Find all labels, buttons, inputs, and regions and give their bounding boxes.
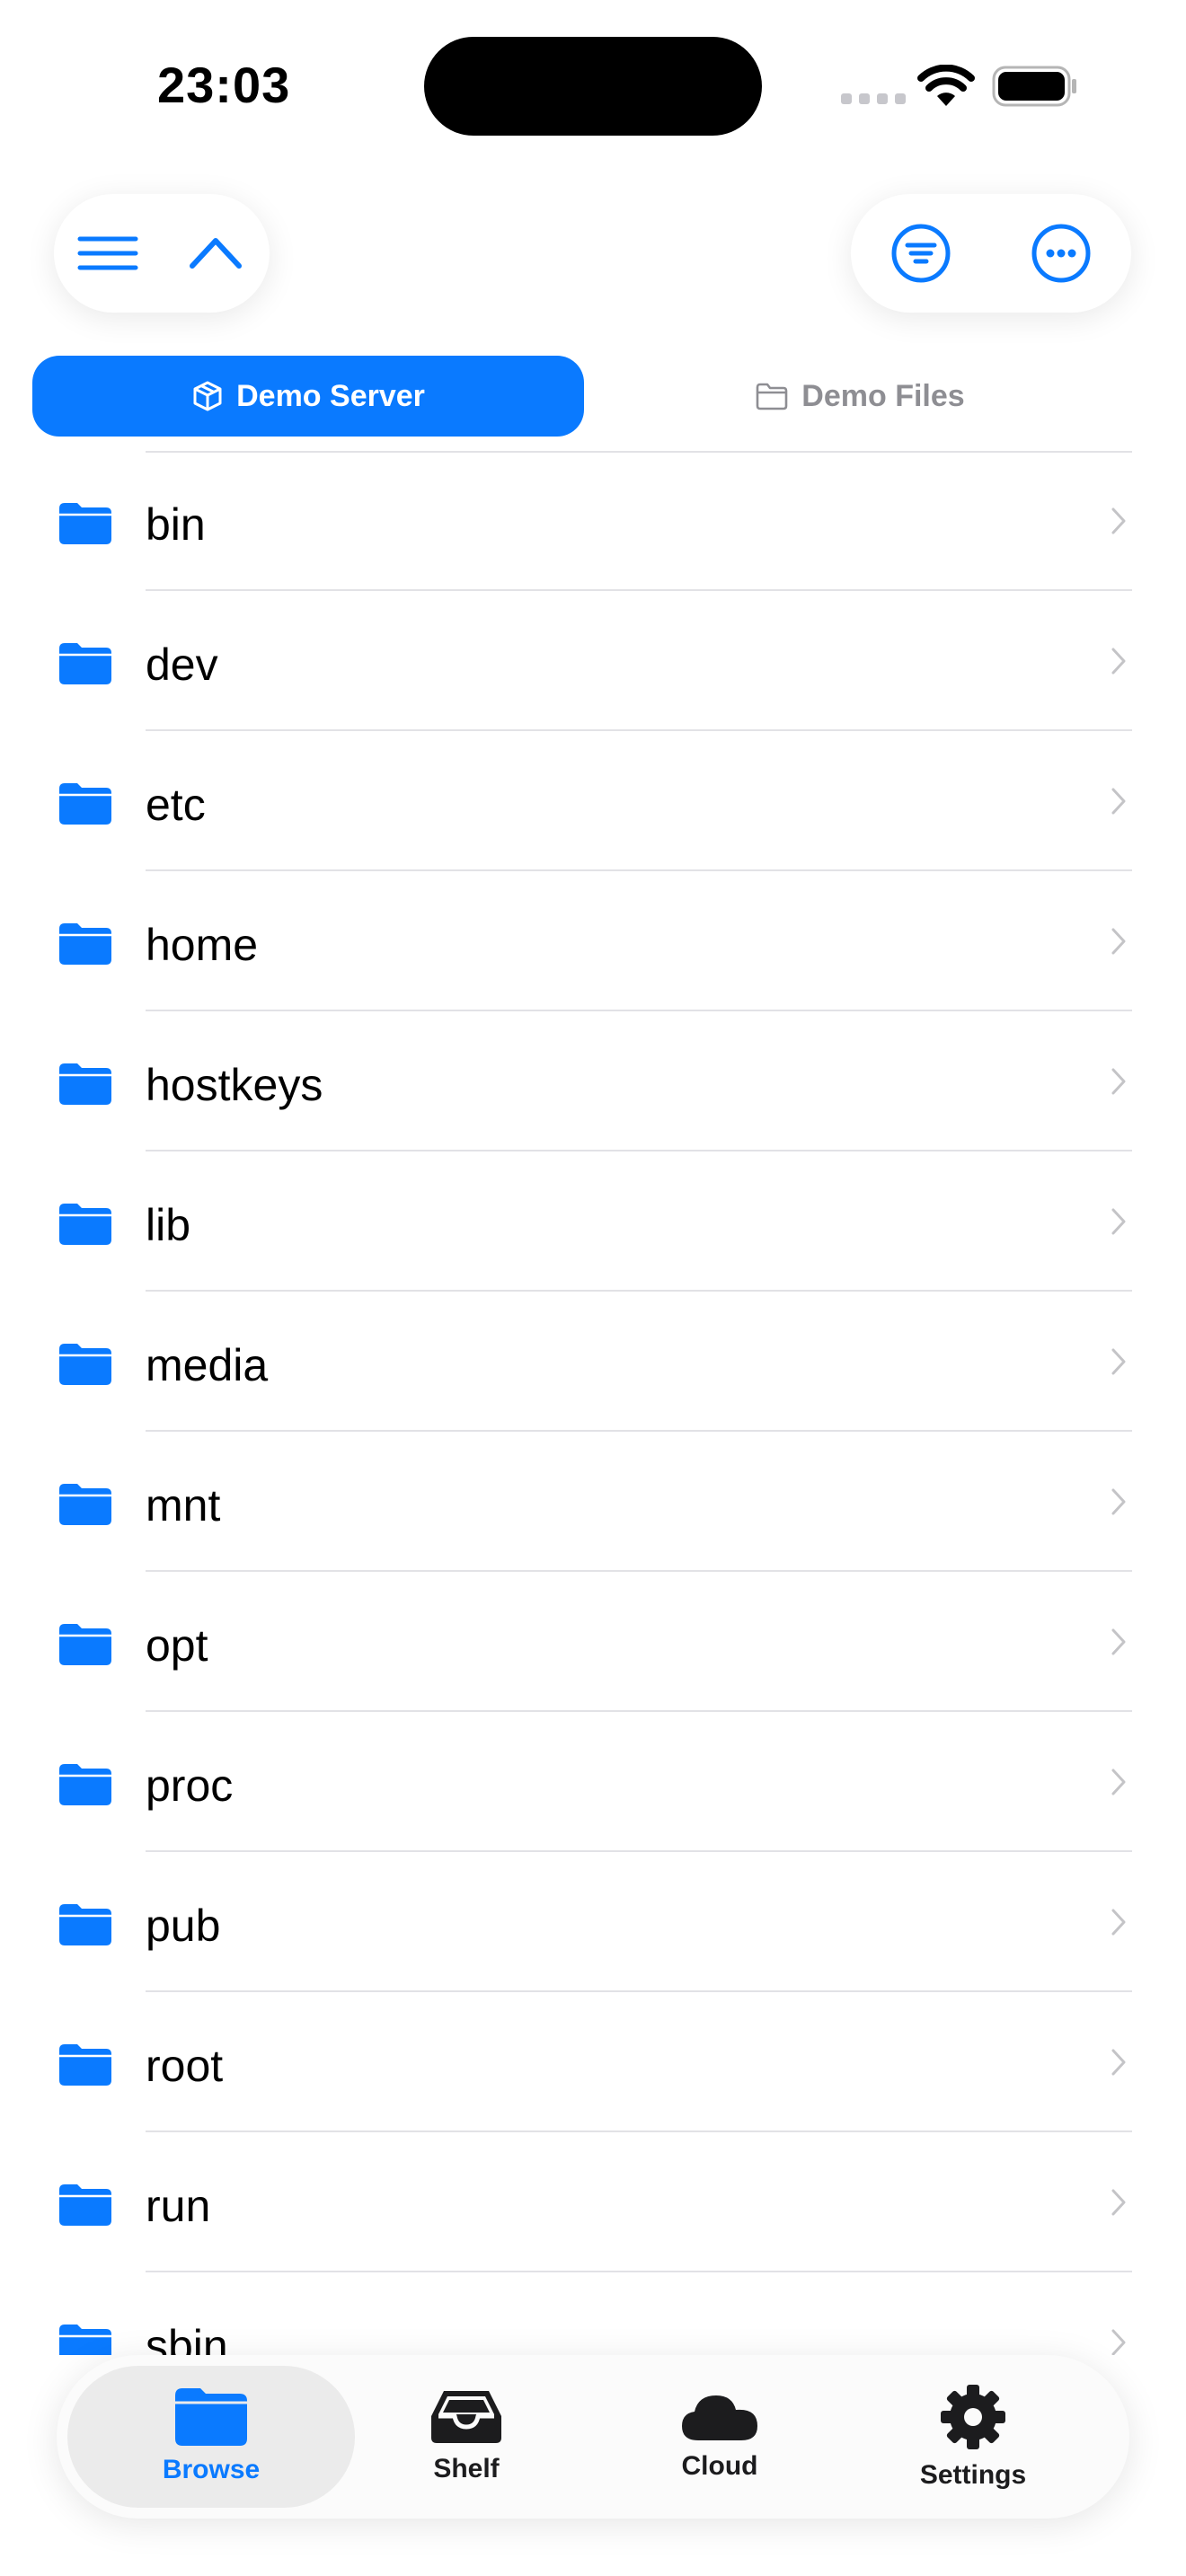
chevron-right-icon bbox=[1111, 788, 1126, 815]
battery-icon bbox=[992, 66, 1076, 107]
status-bar: 23:03 bbox=[0, 0, 1186, 171]
list-item[interactable]: pub bbox=[0, 1852, 1186, 1992]
folder-icon bbox=[59, 1344, 111, 1385]
view-controls bbox=[851, 194, 1131, 313]
folder-icon bbox=[175, 2388, 247, 2446]
folder-icon bbox=[59, 503, 111, 544]
menu-button[interactable] bbox=[67, 213, 148, 294]
folder-list: bin dev etc home hostkeys lib media mnt … bbox=[0, 451, 1186, 2355]
list-item[interactable]: lib bbox=[0, 1151, 1186, 1292]
tab-demo-server-label: Demo Server bbox=[236, 378, 425, 413]
folder-name: opt bbox=[146, 1620, 208, 1671]
chevron-right-icon bbox=[1111, 1208, 1126, 1235]
folder-icon bbox=[59, 2184, 111, 2226]
tab-demo-files[interactable]: Demo Files bbox=[584, 356, 1136, 437]
folder-name: mnt bbox=[146, 1480, 221, 1531]
source-selector: Demo Server Demo Files bbox=[32, 356, 1136, 437]
folder-icon bbox=[59, 1204, 111, 1245]
folder-name: home bbox=[146, 920, 259, 970]
chevron-right-icon bbox=[1111, 1909, 1126, 1936]
chevron-right-icon bbox=[1111, 2049, 1126, 2076]
dynamic-island bbox=[424, 37, 762, 136]
chevron-right-icon bbox=[1111, 1769, 1126, 1795]
tab-cloud[interactable]: Cloud bbox=[576, 2366, 863, 2508]
ellipsis-circle-icon bbox=[1031, 224, 1091, 283]
folder-name: bin bbox=[146, 499, 206, 550]
list-item[interactable]: mnt bbox=[0, 1432, 1186, 1572]
folder-name: sbin bbox=[146, 2321, 228, 2355]
tab-shelf-label: Shelf bbox=[433, 2454, 500, 2483]
tab-settings[interactable]: Settings bbox=[829, 2366, 1117, 2508]
chevron-up-icon bbox=[190, 238, 242, 269]
more-options-button[interactable] bbox=[1021, 213, 1102, 294]
status-time: 23:03 bbox=[157, 57, 291, 113]
folder-name: lib bbox=[146, 1200, 191, 1250]
folder-icon bbox=[59, 923, 111, 965]
gear-icon bbox=[941, 2385, 1005, 2449]
chevron-right-icon bbox=[1111, 648, 1126, 675]
folder-icon bbox=[59, 1904, 111, 1945]
folder-icon bbox=[59, 643, 111, 684]
list-item[interactable]: dev bbox=[0, 591, 1186, 731]
filter-button[interactable] bbox=[881, 213, 961, 294]
cube-icon bbox=[193, 381, 222, 411]
list-item[interactable]: hostkeys bbox=[0, 1011, 1186, 1151]
list-item[interactable]: run bbox=[0, 2132, 1186, 2272]
cellular-signal-icon bbox=[841, 93, 906, 104]
chevron-right-icon bbox=[1111, 2189, 1126, 2216]
list-item[interactable]: etc bbox=[0, 731, 1186, 871]
folder-icon bbox=[59, 2044, 111, 2086]
list-item[interactable]: opt bbox=[0, 1572, 1186, 1712]
tab-settings-label: Settings bbox=[919, 2460, 1027, 2490]
filter-circle-icon bbox=[891, 224, 951, 283]
chevron-right-icon bbox=[1111, 928, 1126, 955]
folder-name: run bbox=[146, 2181, 211, 2231]
folder-icon bbox=[59, 783, 111, 825]
folder-icon bbox=[59, 1624, 111, 1665]
folder-name: hostkeys bbox=[146, 1060, 323, 1110]
list-item[interactable]: bin bbox=[0, 451, 1186, 591]
folder-name: proc bbox=[146, 1760, 234, 1811]
navigation-controls bbox=[54, 194, 270, 313]
list-item[interactable]: home bbox=[0, 871, 1186, 1011]
tab-cloud-label: Cloud bbox=[681, 2451, 758, 2481]
chevron-right-icon bbox=[1111, 2329, 1126, 2355]
list-item[interactable]: media bbox=[0, 1292, 1186, 1432]
folder-icon bbox=[59, 1063, 111, 1105]
folder-name: media bbox=[146, 1340, 269, 1390]
list-item[interactable]: sbin bbox=[0, 2272, 1186, 2355]
folder-name: pub bbox=[146, 1901, 221, 1951]
chevron-right-icon bbox=[1111, 1628, 1126, 1655]
tab-browse-label: Browse bbox=[162, 2455, 261, 2484]
folder-icon bbox=[59, 1484, 111, 1525]
folder-outline-icon bbox=[756, 383, 788, 410]
chevron-right-icon bbox=[1111, 1068, 1126, 1095]
tab-demo-files-label: Demo Files bbox=[801, 378, 965, 413]
folder-name: root bbox=[146, 2041, 224, 2091]
tab-demo-server[interactable]: Demo Server bbox=[32, 356, 584, 437]
folder-name: etc bbox=[146, 780, 206, 830]
parent-folder-button[interactable] bbox=[175, 213, 256, 294]
chevron-right-icon bbox=[1111, 1348, 1126, 1375]
folder-name: dev bbox=[146, 640, 218, 690]
hamburger-icon bbox=[77, 236, 138, 270]
folder-icon bbox=[59, 2325, 111, 2355]
tab-bar: Browse Shelf Cloud Settings bbox=[57, 2355, 1129, 2519]
cloud-icon bbox=[682, 2395, 757, 2440]
list-item[interactable]: root bbox=[0, 1992, 1186, 2132]
tray-icon bbox=[431, 2391, 501, 2443]
chevron-right-icon bbox=[1111, 507, 1126, 534]
list-item[interactable]: proc bbox=[0, 1712, 1186, 1852]
folder-icon bbox=[59, 1764, 111, 1805]
tab-shelf[interactable]: Shelf bbox=[323, 2366, 610, 2508]
chevron-right-icon bbox=[1111, 1488, 1126, 1515]
tab-browse[interactable]: Browse bbox=[67, 2366, 355, 2508]
wifi-icon bbox=[917, 65, 975, 106]
